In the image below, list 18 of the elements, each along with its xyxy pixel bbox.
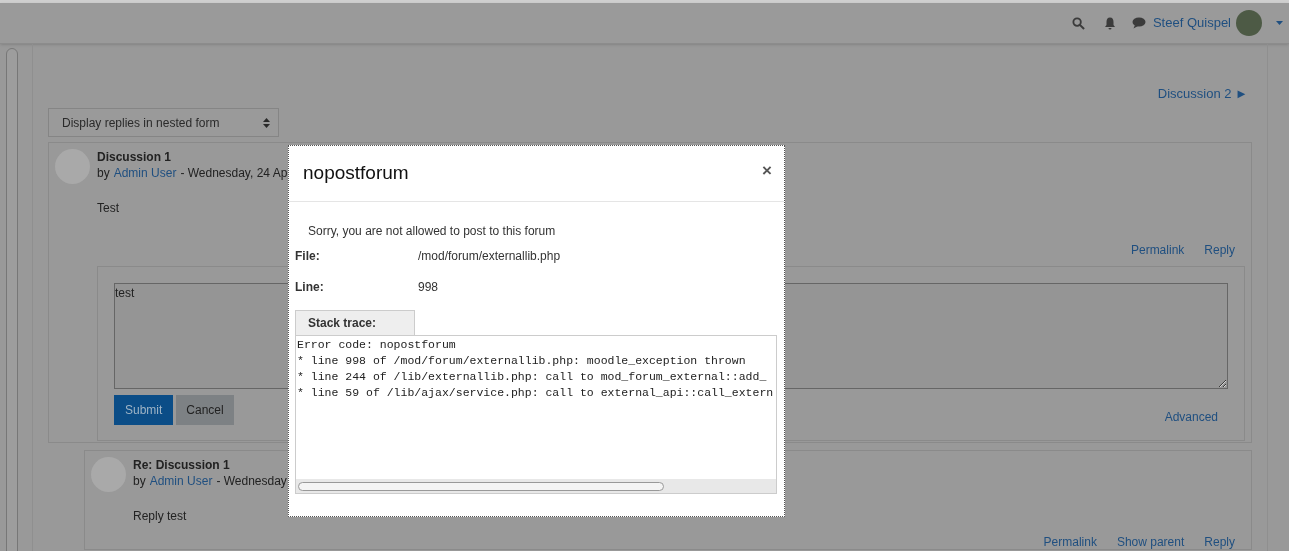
stack-trace-line: * line 998 of /mod/forum/externallib.php: moodle_exception thrown xyxy=(297,353,747,369)
dialog-title: nopostforum xyxy=(303,161,409,186)
field-value: 998 xyxy=(418,278,439,296)
stack-trace-line: Error code: nopostforum xyxy=(297,337,457,353)
error-message: Sorry, you are not allowed to post to this forum xyxy=(308,223,557,240)
stack-trace-line: * line 244 of /lib/externallib.php: call to mod_forum_external::add_ xyxy=(297,369,768,385)
field-label: Line: xyxy=(295,278,325,296)
post-body: Test xyxy=(97,200,120,217)
post-body: Reply test xyxy=(133,508,188,525)
post-date: - Wednesday xyxy=(216,473,287,489)
post-title: Discussion 1 xyxy=(97,149,173,165)
post-title: Re: Discussion 1 xyxy=(133,457,231,473)
field-label: File: xyxy=(295,247,321,265)
field-value: /mod/forum/externallib.php xyxy=(418,247,561,265)
byline-text: by xyxy=(133,473,146,489)
stack-trace-line: * line 59 of /lib/ajax/service.php: call to external_api::call_extern xyxy=(297,385,775,401)
post-date: - Wednesday, 24 Ap xyxy=(180,165,288,181)
byline-text: by xyxy=(97,165,110,181)
